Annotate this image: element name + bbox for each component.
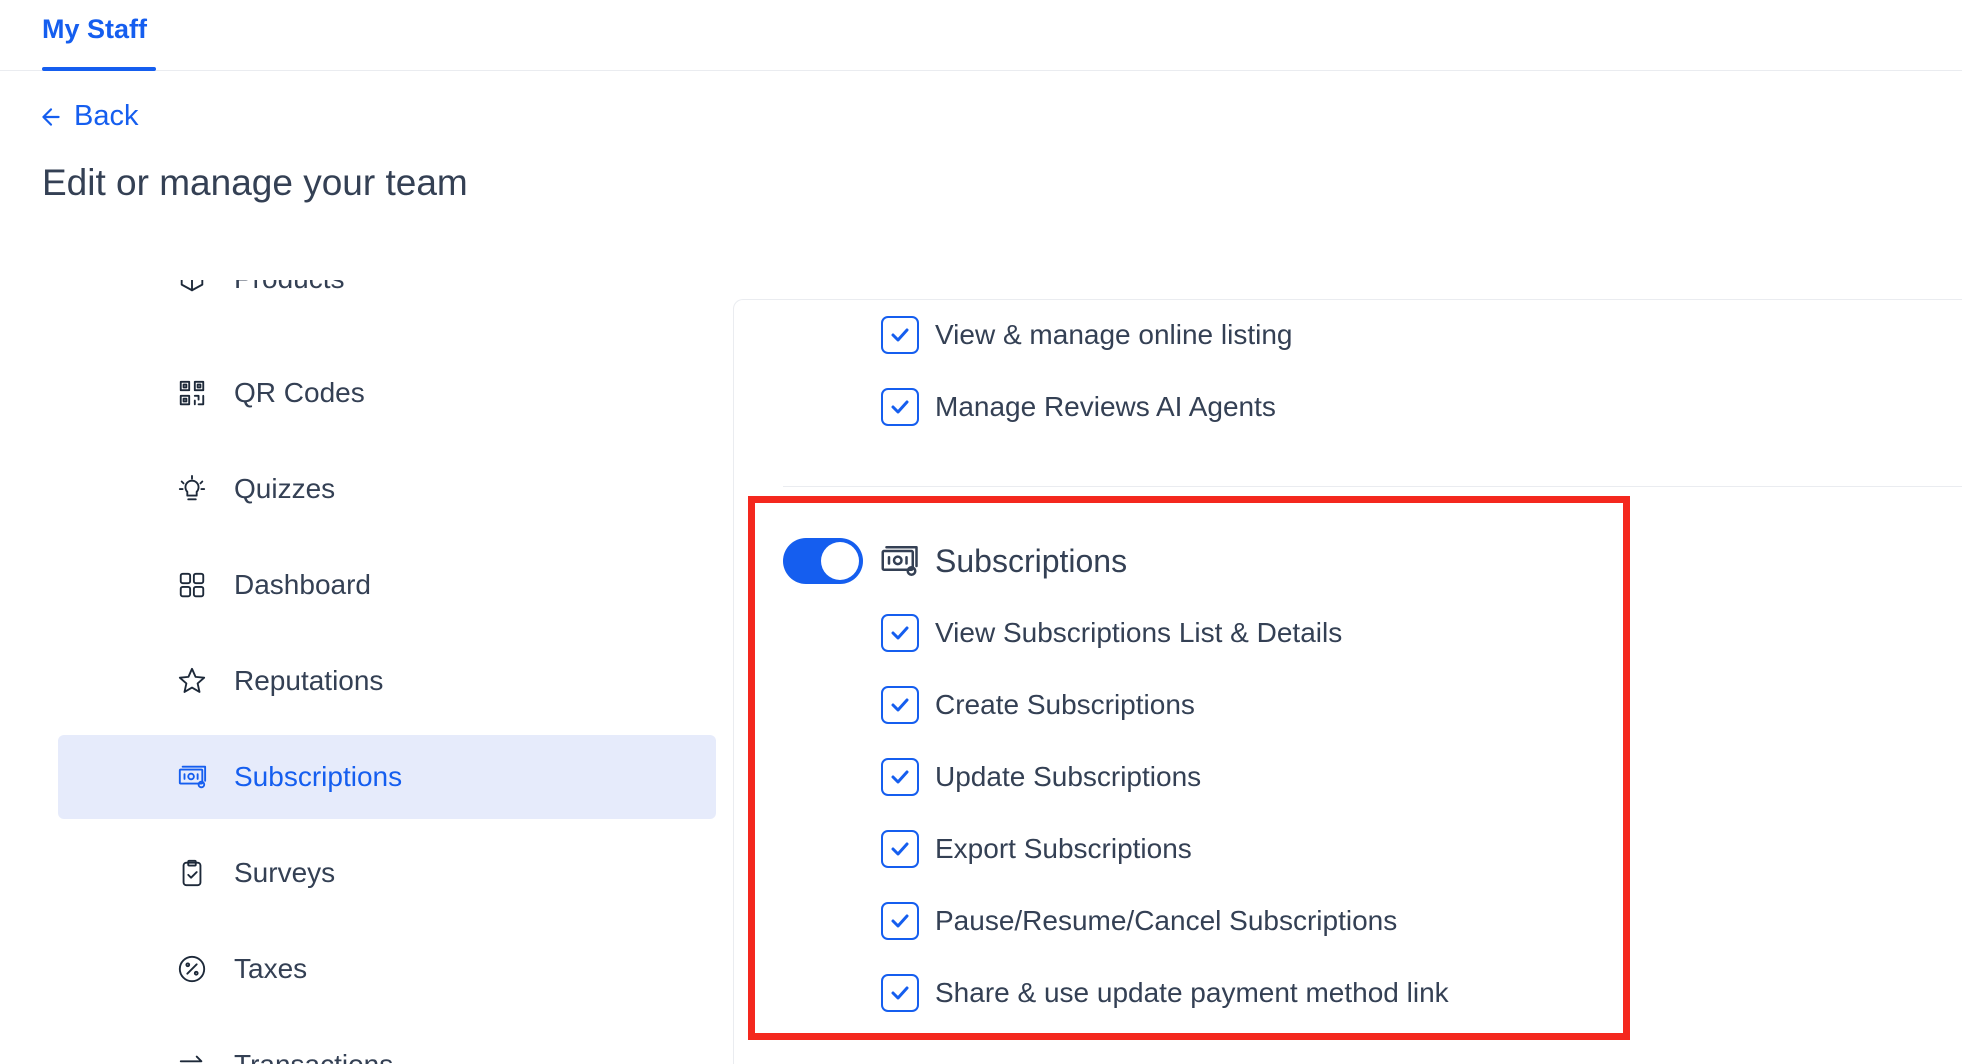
checkbox[interactable]: [881, 614, 919, 652]
sidebar-item-products[interactable]: Products: [58, 280, 716, 321]
permission-pause-resume-cancel-subscriptions[interactable]: Pause/Resume/Cancel Subscriptions: [881, 902, 1397, 940]
subscriptions-section-title: Subscriptions: [935, 542, 1128, 579]
check-icon: [891, 914, 909, 928]
checkbox[interactable]: [881, 830, 919, 868]
check-icon: [891, 400, 909, 414]
sidebar-item-label: Surveys: [234, 857, 336, 888]
permission-share-update-payment-link[interactable]: Share & use update payment method link: [881, 974, 1449, 1012]
permission-update-subscriptions[interactable]: Update Subscriptions: [881, 758, 1201, 796]
sidebar-item-subscriptions[interactable]: Subscriptions: [58, 735, 716, 819]
active-tab-indicator: [42, 67, 156, 71]
sidebar-item-label: Transactions: [234, 1049, 393, 1064]
check-icon: [891, 842, 909, 856]
check-icon: [891, 770, 909, 784]
page-title: Edit or manage your team: [42, 162, 468, 203]
sidebar-item-qr-codes[interactable]: QR Codes: [58, 351, 716, 435]
sidebar-item-quizzes[interactable]: Quizzes: [58, 447, 716, 531]
sidebar-item-reputations[interactable]: Reputations: [58, 639, 716, 723]
checkbox[interactable]: [881, 388, 919, 426]
checkbox[interactable]: [881, 902, 919, 940]
check-icon: [891, 698, 909, 712]
subscriptions-toggle[interactable]: [783, 538, 863, 584]
sidebar-item-taxes[interactable]: Taxes: [58, 927, 716, 1011]
toggle-knob: [821, 542, 859, 580]
dashboard-grid-icon: [176, 569, 208, 601]
checkbox[interactable]: [881, 758, 919, 796]
sidebar-item-dashboard[interactable]: Dashboard: [58, 543, 716, 627]
top-tab-bar: My Staff: [0, 0, 1962, 71]
permission-label: Export Subscriptions: [935, 833, 1192, 864]
tab-my-staff[interactable]: My Staff: [42, 14, 147, 45]
checkbox[interactable]: [881, 316, 919, 354]
sidebar-item-label: Dashboard: [234, 569, 371, 600]
transactions-icon: [176, 1049, 208, 1064]
arrow-left-icon: [42, 107, 60, 126]
sidebar-item-label: Taxes: [234, 953, 308, 984]
money-bill-icon: [176, 761, 208, 793]
permission-label: Pause/Resume/Cancel Subscriptions: [935, 905, 1398, 936]
sidebar-item-label: Subscriptions: [234, 761, 403, 792]
permission-manage-reviews-ai-agents[interactable]: Manage Reviews AI Agents: [881, 388, 1276, 426]
sidebar-item-label: Quizzes: [234, 473, 336, 504]
permission-create-subscriptions[interactable]: Create Subscriptions: [881, 686, 1195, 724]
check-icon: [891, 328, 909, 342]
sidebar-item-transactions[interactable]: Transactions: [58, 1023, 716, 1064]
permission-label: Share & use update payment method link: [935, 977, 1449, 1008]
section-divider: [783, 486, 1962, 487]
products-icon: [176, 280, 208, 295]
permission-label: View & manage online listing: [935, 319, 1293, 350]
permission-label: Create Subscriptions: [935, 689, 1195, 720]
subscriptions-section-header: Subscriptions: [783, 538, 1127, 584]
checkbox[interactable]: [881, 974, 919, 1012]
permission-view-subscriptions[interactable]: View Subscriptions List & Details: [881, 614, 1342, 652]
money-bill-icon: [879, 541, 919, 581]
sidebar-item-surveys[interactable]: Surveys: [58, 831, 716, 915]
permission-label: Update Subscriptions: [935, 761, 1202, 792]
checkbox[interactable]: [881, 686, 919, 724]
lightbulb-icon: [176, 473, 208, 505]
permissions-sidebar: Products QR Codes Quizzes Dashboard Repu…: [58, 280, 718, 1064]
sidebar-item-label: Products: [234, 280, 345, 295]
permission-export-subscriptions[interactable]: Export Subscriptions: [881, 830, 1192, 868]
check-icon: [891, 626, 909, 640]
percent-icon: [176, 953, 208, 985]
qr-code-icon: [176, 377, 208, 409]
back-label: Back: [74, 100, 139, 132]
back-link[interactable]: Back: [38, 100, 138, 133]
clipboard-icon: [176, 857, 208, 889]
sidebar-item-label: Reputations: [234, 665, 384, 696]
permission-label: View Subscriptions List & Details: [935, 617, 1343, 648]
star-icon: [176, 665, 208, 697]
permission-view-manage-online-listing[interactable]: View & manage online listing: [881, 316, 1292, 354]
check-icon: [891, 986, 909, 1000]
permission-label: Manage Reviews AI Agents: [935, 391, 1276, 422]
sidebar-item-label: QR Codes: [234, 377, 365, 408]
